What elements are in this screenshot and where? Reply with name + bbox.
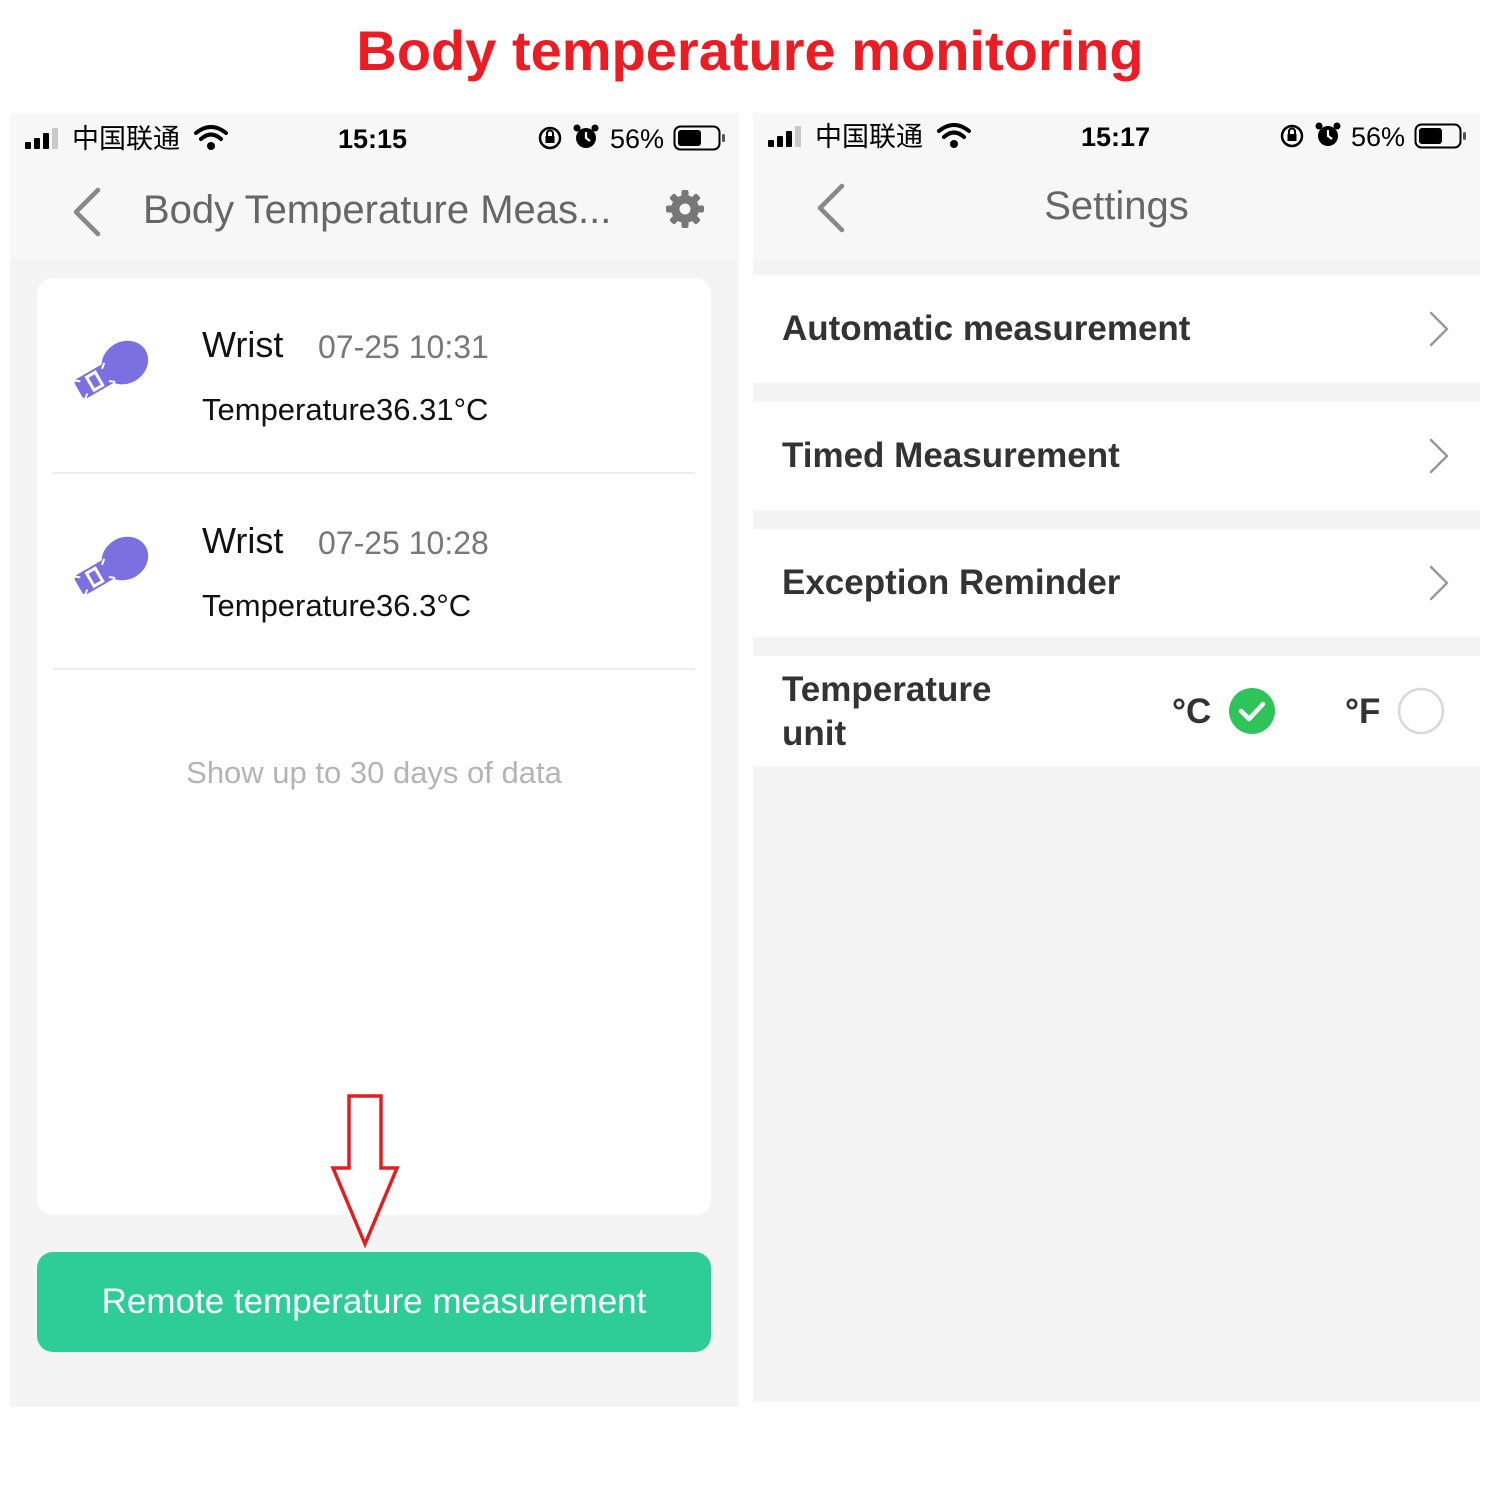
- temperature-unit-row: Temperature unit °C °F: [753, 656, 1480, 766]
- record-datetime: 07-25 10:28: [318, 525, 489, 561]
- divider: [53, 668, 695, 670]
- battery-icon: [1414, 123, 1466, 149]
- remote-measure-button[interactable]: Remote temperature measurement: [37, 1252, 711, 1352]
- fahrenheit-option-label[interactable]: °F: [1345, 690, 1380, 734]
- record-location: Wrist: [202, 324, 284, 365]
- divider: [53, 472, 695, 474]
- setting-exception-reminder[interactable]: Exception Reminder: [753, 529, 1480, 637]
- wrist-icon: [73, 536, 149, 596]
- status-bar: 中国联通 15:15 56%: [10, 113, 739, 165]
- wifi-icon: [194, 125, 228, 150]
- chevron-right-icon: [1429, 438, 1449, 474]
- battery-percent: 56%: [1351, 122, 1406, 152]
- battery-percent: 56%: [610, 124, 665, 154]
- record-temperature: Temperature36.31°C: [202, 392, 489, 427]
- unit-label: Temperature: [782, 670, 992, 709]
- chevron-right-icon: [1429, 565, 1449, 601]
- signal-icon: [768, 123, 808, 147]
- down-arrow-icon: [330, 1094, 400, 1249]
- record-location: Wrist: [202, 520, 284, 561]
- setting-label: Automatic measurement: [782, 309, 1191, 348]
- alarm-icon: [1315, 122, 1341, 146]
- celsius-option-label[interactable]: °C: [1172, 690, 1211, 734]
- nav-bar: Settings: [753, 165, 1480, 259]
- orientation-lock-icon: [538, 126, 562, 150]
- settings-screen: 中国联通 15:17 56% Settings Automatic measur…: [753, 113, 1480, 1402]
- signal-icon: [25, 125, 65, 149]
- carrier-label: 中国联通: [815, 122, 923, 152]
- nav-title: Body Temperature Meas...: [143, 188, 612, 232]
- back-icon[interactable]: [70, 187, 104, 237]
- record-datetime: 07-25 10:31: [318, 329, 489, 365]
- chevron-right-icon: [1429, 311, 1449, 347]
- unit-label-line2: unit: [782, 714, 847, 753]
- alarm-icon: [573, 124, 599, 148]
- nav-title: Settings: [1044, 184, 1189, 228]
- records-card: Wrist 07-25 10:31 Temperature36.31°C Wri…: [37, 278, 711, 1215]
- setting-automatic-measurement[interactable]: Automatic measurement: [753, 275, 1480, 383]
- record-temperature: Temperature36.3°C: [202, 588, 472, 623]
- setting-timed-measurement[interactable]: Timed Measurement: [753, 402, 1480, 510]
- wrist-icon: [73, 340, 149, 400]
- page-title: Body temperature monitoring: [356, 19, 1144, 82]
- orientation-lock-icon: [1280, 124, 1304, 148]
- check-circle-icon[interactable]: [1228, 687, 1276, 735]
- battery-icon: [673, 125, 725, 151]
- carrier-label: 中国联通: [72, 124, 180, 154]
- wifi-icon: [937, 123, 971, 148]
- status-time: 15:17: [1081, 122, 1151, 152]
- nav-bar: Body Temperature Meas...: [10, 165, 739, 259]
- measurement-screen: 中国联通 15:15 56% Body Temperature Meas...: [10, 113, 739, 1407]
- setting-label: Timed Measurement: [782, 436, 1120, 475]
- setting-label: Exception Reminder: [782, 563, 1121, 602]
- status-bar: 中国联通 15:17 56%: [753, 113, 1480, 165]
- gear-icon[interactable]: [666, 190, 704, 228]
- status-time: 15:15: [338, 124, 408, 154]
- data-range-note: Show up to 30 days of data: [186, 755, 562, 790]
- empty-circle-icon[interactable]: [1397, 687, 1445, 735]
